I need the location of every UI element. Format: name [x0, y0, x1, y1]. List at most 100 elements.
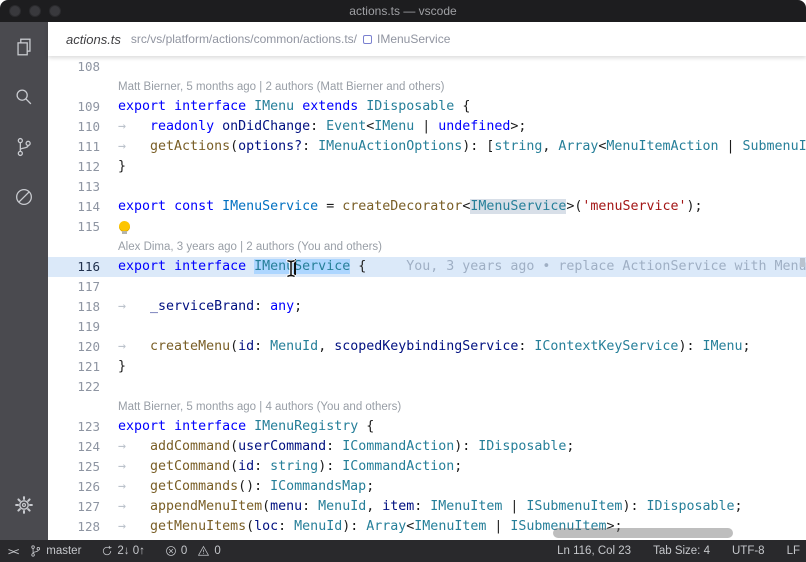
sync-indicator[interactable]: 2↓ 0↑ — [101, 545, 145, 557]
code-line-121[interactable]: 121} — [48, 357, 806, 377]
source-control-icon[interactable] — [0, 122, 48, 172]
editor-rows: 108Matt Bierner, 5 months ago | 2 author… — [48, 57, 806, 537]
gitlens-blame-lens[interactable]: Alex Dima, 3 years ago | 2 authors (You … — [48, 237, 806, 257]
code-line-117[interactable]: 117 — [48, 277, 806, 297]
code-line-111[interactable]: 111 → getActions(options?: IMenuActionOpt… — [48, 137, 806, 157]
line-number[interactable]: 109 — [48, 97, 100, 117]
line-number[interactable]: 125 — [48, 457, 100, 477]
code-line-125[interactable]: 125 → getCommand(id: string): ICommandAct… — [48, 457, 806, 477]
line-number[interactable]: 126 — [48, 477, 100, 497]
code-text: } — [118, 357, 126, 377]
code-line-120[interactable]: 120 → createMenu(id: MenuId, scopedKeybin… — [48, 337, 806, 357]
line-number[interactable]: 121 — [48, 357, 100, 377]
code-line-116[interactable]: 116 export interface IMenuService { You, … — [48, 257, 806, 277]
traffic-lights — [9, 5, 61, 17]
code-text: → getCommand(id: string): ICommandAction… — [118, 457, 462, 477]
problems-indicator[interactable]: 0 0 — [165, 545, 221, 557]
line-number[interactable]: 123 — [48, 417, 100, 437]
error-icon — [165, 545, 177, 557]
warning-icon — [197, 545, 210, 557]
code-text: → getMenuItems(loc: MenuId): Array<IMenu… — [118, 517, 622, 537]
code-line-118[interactable]: 118 → _serviceBrand: any; — [48, 297, 806, 317]
circle-slash-icon[interactable] — [0, 172, 48, 222]
code-text: → addCommand(userCommand: ICommandAction… — [118, 437, 574, 457]
encoding-indicator[interactable]: UTF-8 — [732, 545, 765, 557]
tab-size-indicator[interactable]: Tab Size: 4 — [653, 545, 710, 557]
code-line-127[interactable]: 127 → appendMenuItem(menu: MenuId, item: … — [48, 497, 806, 517]
line-number[interactable]: 110 — [48, 117, 100, 137]
code-line-109[interactable]: 109 export interface IMenu extends IDispo… — [48, 97, 806, 117]
gitlens-blame-lens[interactable]: Matt Bierner, 5 months ago | 2 authors (… — [48, 77, 806, 97]
line-number[interactable]: 122 — [48, 377, 100, 397]
title-bar: actions.ts — vscode — [0, 0, 806, 22]
status-bar-left: >< master 2↓ 0↑ — [0, 544, 241, 558]
line-number[interactable]: 118 — [48, 297, 100, 317]
code-line-115[interactable]: 115 — [48, 217, 806, 237]
code-line-126[interactable]: 126 → getCommands(): ICommandsMap; — [48, 477, 806, 497]
code-line-113[interactable]: 113 — [48, 177, 806, 197]
code-line-108[interactable]: 108 — [48, 57, 806, 77]
code-line-124[interactable]: 124 → addCommand(userCommand: ICommandAct… — [48, 437, 806, 457]
line-number[interactable]: 128 — [48, 517, 100, 537]
eol-indicator[interactable]: LF — [787, 545, 800, 557]
code-line-110[interactable]: 110 → readonly onDidChange: Event<IMenu |… — [48, 117, 806, 137]
overview-ruler-mark — [800, 258, 805, 267]
breadcrumb-symbol[interactable]: IMenuService — [377, 32, 450, 46]
line-number[interactable]: 117 — [48, 277, 100, 297]
cursor-position[interactable]: Ln 116, Col 23 — [557, 545, 631, 557]
code-text: → _serviceBrand: any; — [118, 297, 302, 317]
vscode-window: actions.ts — vscode — [0, 0, 806, 562]
code-line-114[interactable]: 114 export const IMenuService = createDec… — [48, 197, 806, 217]
horizontal-scrollbar-thumb[interactable] — [553, 528, 733, 538]
line-number[interactable]: 120 — [48, 337, 100, 357]
tab-filename[interactable]: actions.ts — [66, 32, 121, 47]
branch-name: master — [46, 545, 81, 557]
line-number[interactable]: 112 — [48, 157, 100, 177]
explorer-icon[interactable] — [0, 22, 48, 72]
status-bar: >< master 2↓ 0↑ — [0, 540, 806, 562]
code-text: → appendMenuItem(menu: MenuId, item: IMe… — [118, 497, 743, 517]
code-editor[interactable]: 108Matt Bierner, 5 months ago | 2 author… — [48, 56, 806, 540]
git-branch-indicator[interactable]: master — [29, 544, 81, 558]
line-number[interactable]: 127 — [48, 497, 100, 517]
code-text: export interface IMenuService { You, 3 y… — [118, 257, 806, 277]
code-line-112[interactable]: 112} — [48, 157, 806, 177]
gitlens-blame-lens[interactable]: Matt Bierner, 5 months ago | 4 authors (… — [48, 397, 806, 417]
line-number[interactable]: 108 — [48, 57, 100, 77]
minimize-window-button[interactable] — [29, 5, 41, 17]
code-line-122[interactable]: 122 — [48, 377, 806, 397]
close-window-button[interactable] — [9, 5, 21, 17]
code-text: } — [118, 157, 126, 177]
text-caret — [294, 259, 296, 275]
activity-bar — [0, 22, 48, 540]
status-bar-right: Ln 116, Col 23 Tab Size: 4 UTF-8 LF — [557, 545, 806, 557]
remote-icon[interactable]: >< — [8, 545, 17, 558]
code-text: export interface IMenuRegistry { — [118, 417, 374, 437]
zoom-window-button[interactable] — [49, 5, 61, 17]
breadcrumb-path[interactable]: src/vs/platform/actions/common/actions.t… — [131, 32, 357, 46]
settings-gear-icon[interactable] — [0, 480, 48, 530]
sync-count: 2↓ 0↑ — [117, 545, 145, 557]
code-line-123[interactable]: 123 export interface IMenuRegistry { — [48, 417, 806, 437]
line-number[interactable]: 111 — [48, 137, 100, 157]
code-text: → getCommands(): ICommandsMap; — [118, 477, 374, 497]
line-number[interactable]: 119 — [48, 317, 100, 337]
warning-count: 0 — [214, 545, 220, 557]
line-number[interactable]: 114 — [48, 197, 100, 217]
line-number[interactable]: 115 — [48, 217, 100, 237]
sync-icon — [101, 545, 113, 557]
error-count: 0 — [181, 545, 187, 557]
code-text: export interface IMenu extends IDisposab… — [118, 97, 470, 117]
branch-icon — [29, 544, 42, 558]
code-text: → getActions(options?: IMenuActionOption… — [118, 137, 806, 157]
lightbulb-icon[interactable] — [119, 221, 130, 232]
line-number[interactable]: 116 — [48, 257, 100, 277]
code-line-119[interactable]: 119 — [48, 317, 806, 337]
code-text: → createMenu(id: MenuId, scopedKeybindin… — [118, 337, 751, 357]
line-number[interactable]: 124 — [48, 437, 100, 457]
code-text: → readonly onDidChange: Event<IMenu | un… — [118, 117, 526, 137]
code-text: export const IMenuService = createDecora… — [118, 197, 703, 217]
search-icon[interactable] — [0, 72, 48, 122]
line-number[interactable]: 113 — [48, 177, 100, 197]
interface-symbol-icon — [363, 35, 372, 44]
